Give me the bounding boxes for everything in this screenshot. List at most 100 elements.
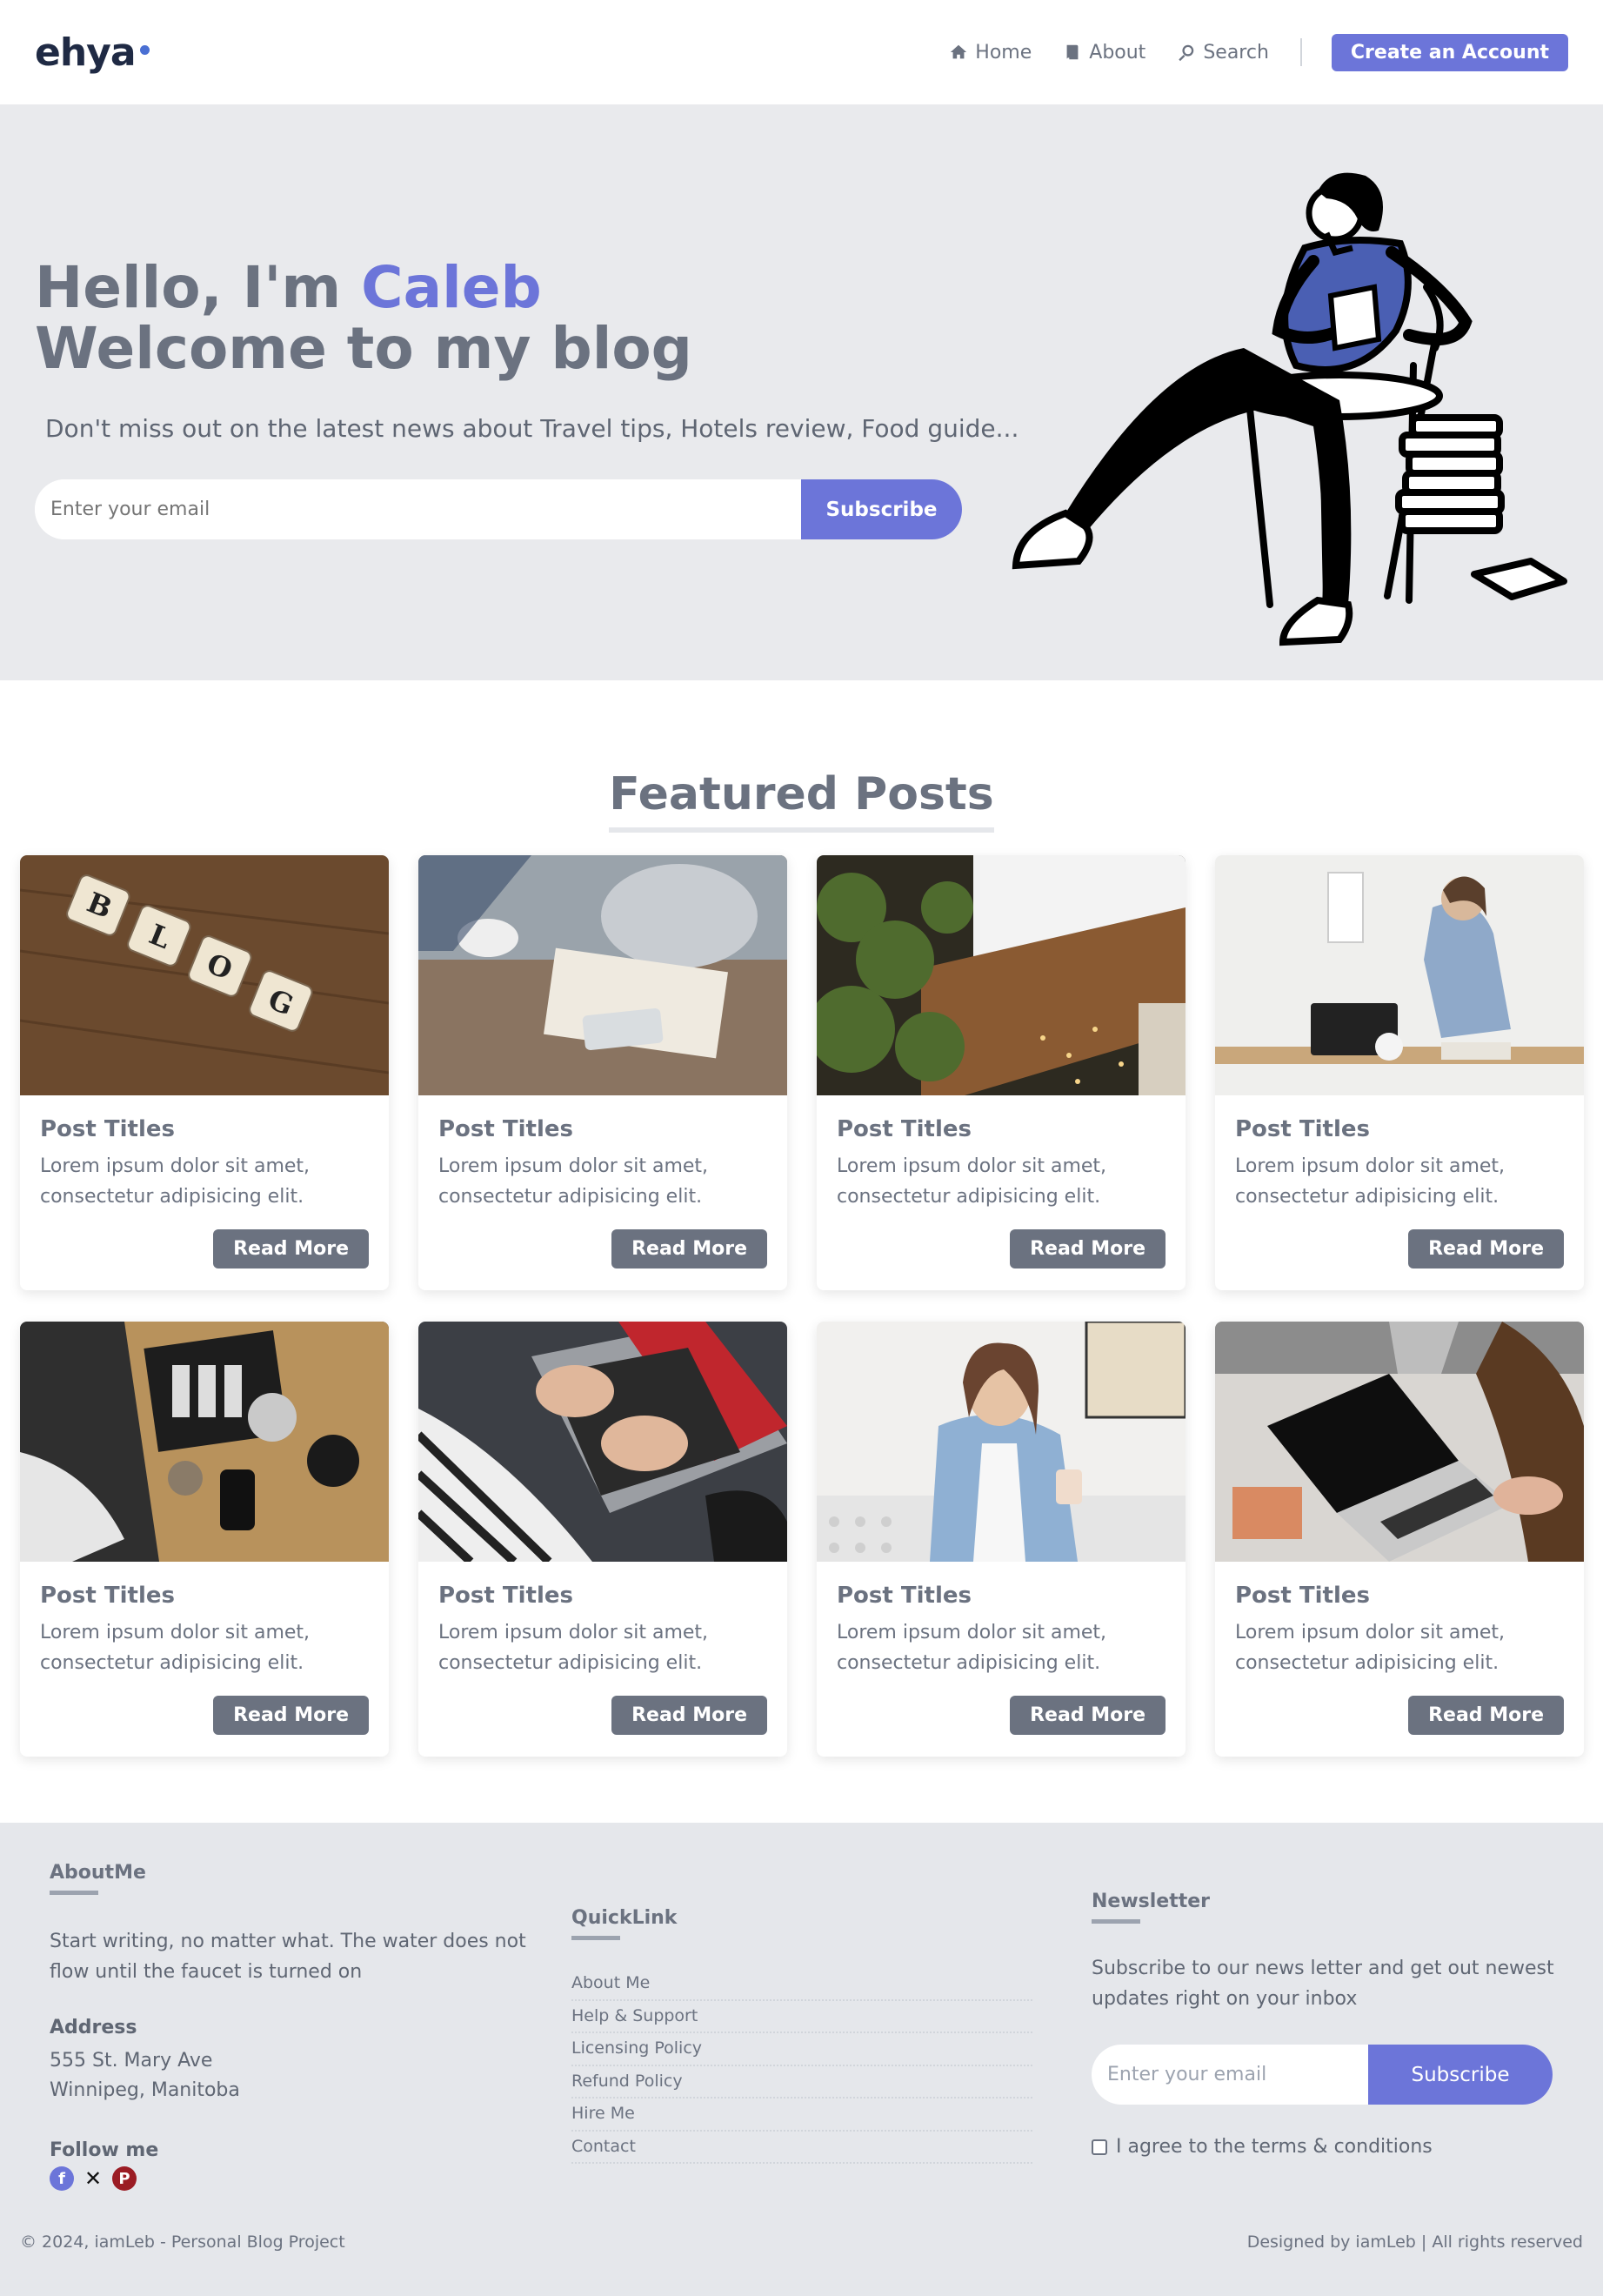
home-icon [951,44,967,59]
post-card[interactable]: Post Titles Lorem ipsum dolor sit amet, … [817,855,1186,1290]
newsletter-email-input[interactable]: Enter your email [1092,2045,1368,2105]
hero-heading: Hello, I'm Caleb Welcome to my blog [35,258,692,379]
post-excerpt: Lorem ipsum dolor sit amet, consectetur … [438,1622,709,1674]
quicklink-help-support[interactable]: Help & Support [571,2001,1032,2033]
hero-email-input[interactable] [35,479,801,539]
terms-agreement: I agree to the terms & conditions [1092,2136,1433,2158]
hero-subscribe-form: Subscribe [35,479,962,539]
nav-about-link[interactable]: About [1063,42,1145,64]
post-excerpt: Lorem ipsum dolor sit amet, consectetur … [837,1622,1107,1674]
read-more-button[interactable]: Read More [1408,1229,1564,1268]
read-more-button[interactable]: Read More [213,1696,369,1735]
social-links: f ✕ P [50,2166,137,2191]
laptop-typing-image [418,1322,787,1562]
copyright-text: © 2024, iamLeb - Personal Blog Project [20,2232,345,2252]
post-title[interactable]: Post Titles [837,1116,972,1142]
post-title[interactable]: Post Titles [438,1116,573,1142]
read-more-button[interactable]: Read More [213,1229,369,1268]
read-more-button[interactable]: Read More [1408,1696,1564,1735]
quicklinks-list: About Me Help & Support Licensing Policy… [571,1968,1032,2164]
post-card[interactable]: B L O G Post Titles Lorem ipsum dolor si… [20,855,389,1290]
logo-text: ehya [35,30,137,75]
post-excerpt: Lorem ipsum dolor sit amet, consectetur … [1235,1155,1506,1208]
post-excerpt: Lorem ipsum dolor sit amet, consectetur … [837,1155,1107,1208]
hero-subscribe-button[interactable]: Subscribe [801,479,962,539]
woman-mug-image [817,1322,1186,1562]
post-image-magazine-flatlay[interactable] [20,1322,389,1562]
post-card[interactable]: Post Titles Lorem ipsum dolor sit amet, … [20,1322,389,1757]
post-image-notebook[interactable] [418,855,787,1095]
create-account-button[interactable]: Create an Account [1331,33,1568,71]
site-logo[interactable]: ehya [35,30,150,75]
terms-checkbox[interactable] [1092,2139,1107,2155]
quicklink-contact[interactable]: Contact [571,2132,1032,2164]
post-excerpt: Lorem ipsum dolor sit amet, consectetur … [1235,1622,1506,1674]
post-card[interactable]: Post Titles Lorem ipsum dolor sit amet, … [817,1322,1186,1757]
search-icon [1179,44,1194,62]
footer-address-line1: 555 St. Mary Ave [50,2050,213,2072]
pinterest-icon[interactable]: P [112,2166,137,2191]
read-more-button[interactable]: Read More [611,1229,767,1268]
magazine-flatlay-image [20,1322,389,1562]
read-more-button[interactable]: Read More [611,1696,767,1735]
featured-heading: Featured Posts [609,768,994,833]
footer-address-line2: Winnipeg, Manitoba [50,2079,240,2101]
post-card[interactable]: Post Titles Lorem ipsum dolor sit amet, … [1215,1322,1584,1757]
post-card[interactable]: Post Titles Lorem ipsum dolor sit amet, … [418,1322,787,1757]
footer-address-label: Address [50,2017,137,2038]
read-more-button[interactable]: Read More [1010,1696,1166,1735]
footer-quicklink-heading: QuickLink [571,1907,677,1940]
post-image-woman-mug[interactable] [817,1322,1186,1562]
nav-about-label: About [1089,41,1146,64]
newsletter-form: Enter your email Subscribe [1092,2045,1553,2105]
post-title[interactable]: Post Titles [1235,1116,1370,1142]
blog-tiles-image: B L O G [20,855,389,1095]
post-title[interactable]: Post Titles [40,1583,175,1609]
post-image-laptop-typing[interactable] [418,1322,787,1562]
quicklink-refund-policy[interactable]: Refund Policy [571,2066,1032,2099]
post-card[interactable]: Post Titles Lorem ipsum dolor sit amet, … [418,855,787,1290]
post-image-woman-phone[interactable] [1215,855,1584,1095]
nav-search-link[interactable]: Search [1177,42,1269,64]
terms-label: I agree to the terms & conditions [1116,2136,1433,2158]
post-title[interactable]: Post Titles [40,1116,175,1142]
quicklink-hire-me[interactable]: Hire Me [571,2099,1032,2132]
nav-home-link[interactable]: Home [949,42,1032,64]
post-title[interactable]: Post Titles [438,1583,573,1609]
nav-links: Home About Search Create an Account [918,33,1568,71]
hero-section: Hello, I'm Caleb Welcome to my blog Don'… [0,104,1603,680]
x-twitter-icon[interactable]: ✕ [81,2166,105,2191]
facebook-icon[interactable]: f [50,2166,74,2191]
footer-follow-label: Follow me [50,2139,159,2161]
quicklink-about-me[interactable]: About Me [571,1968,1032,2001]
post-card[interactable]: Post Titles Lorem ipsum dolor sit amet, … [1215,855,1584,1290]
nav-divider [1299,38,1302,66]
hero-name: Caleb [361,254,542,321]
post-image-blog-tiles[interactable]: B L O G [20,855,389,1095]
footer-about-text: Start writing, no matter what. The water… [50,1931,526,1983]
logo-dot [139,44,150,55]
reading-woman-illustration [1012,172,1567,646]
post-title[interactable]: Post Titles [1235,1583,1370,1609]
nav-search-label: Search [1203,41,1269,64]
plants-desk-image [817,855,1186,1095]
post-excerpt: Lorem ipsum dolor sit amet, consectetur … [40,1622,311,1674]
post-excerpt: Lorem ipsum dolor sit amet, consectetur … [40,1155,311,1208]
footer-newsletter-text: Subscribe to our news letter and get out… [1092,1958,1554,2010]
hero-welcome: Welcome to my blog [35,315,692,382]
newsletter-subscribe-button[interactable]: Subscribe [1368,2045,1553,2105]
footer-about-heading: AboutMe [50,1862,146,1895]
post-image-laptop-desk[interactable] [1215,1322,1584,1562]
hero-subtitle: Don't miss out on the latest news about … [45,414,1019,443]
post-image-plants-desk[interactable] [817,855,1186,1095]
post-title[interactable]: Post Titles [837,1583,972,1609]
notebook-desk-image [418,855,787,1095]
post-excerpt: Lorem ipsum dolor sit amet, consectetur … [438,1155,709,1208]
woman-phone-image [1215,855,1584,1095]
quicklink-licensing-policy[interactable]: Licensing Policy [571,2033,1032,2066]
top-navbar: ehya Home About Search Create an Account [0,0,1603,104]
credits-text: Designed by iamLeb | All rights reserved [1246,2232,1583,2252]
nav-home-label: Home [975,41,1032,64]
laptop-desk-image [1215,1322,1584,1562]
read-more-button[interactable]: Read More [1010,1229,1166,1268]
